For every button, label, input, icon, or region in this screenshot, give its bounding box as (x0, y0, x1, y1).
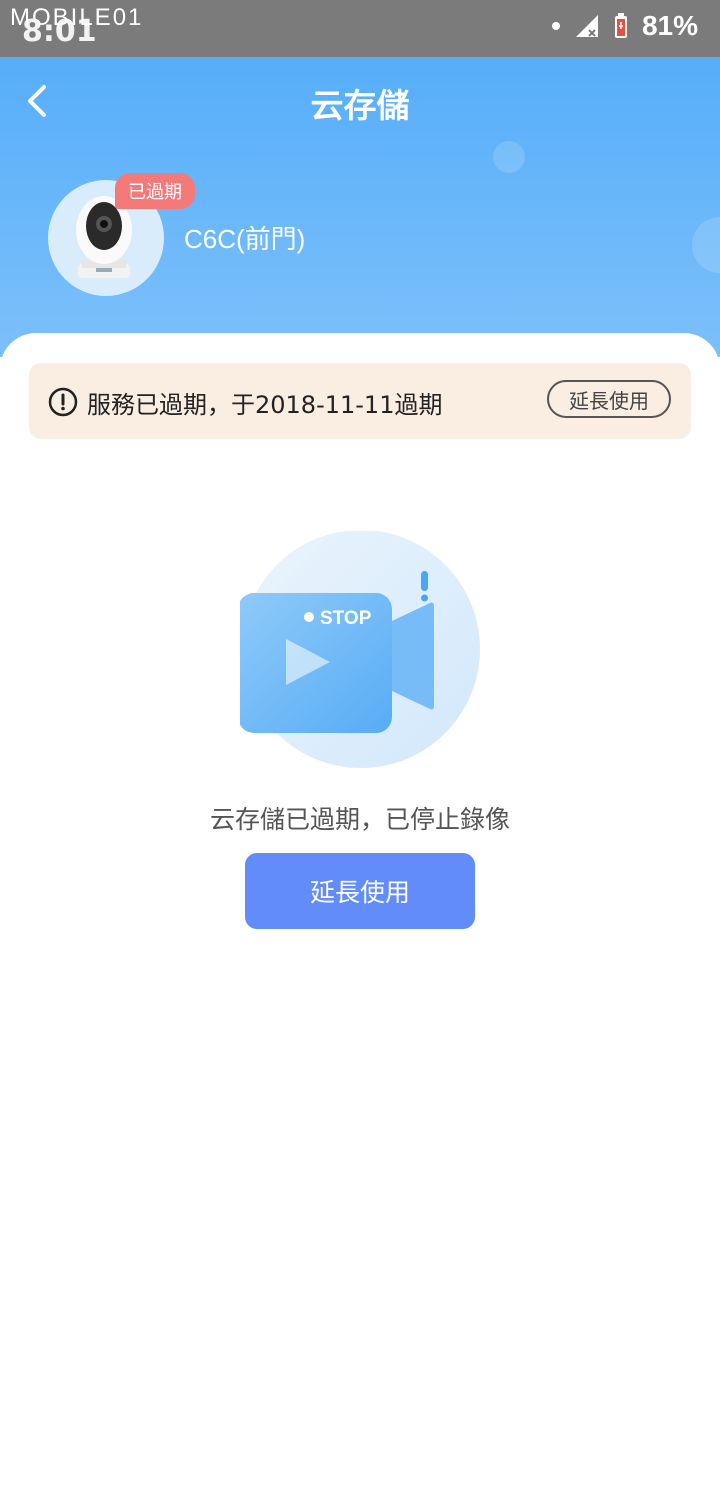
battery-icon (614, 13, 627, 38)
expired-badge: 已過期 (115, 173, 195, 209)
notification-dot-icon (551, 22, 560, 30)
status-icons: 81% (551, 10, 698, 42)
signal-icon (575, 15, 598, 37)
decorative-bubble (692, 217, 720, 273)
extend-use-button[interactable]: 延長使用 (245, 853, 475, 929)
status-bar: 8:01 MOBILE01 81% (0, 0, 720, 57)
recording-stopped-illustration: STOP (238, 530, 484, 779)
header: 云存儲 已過期 C6C(前門) (0, 57, 720, 357)
extend-service-button[interactable]: 延長使用 (547, 380, 671, 418)
watermark-logo: MOBILE01 (10, 4, 144, 31)
battery-percent: 81% (641, 10, 698, 41)
page-title: 云存儲 (310, 86, 410, 125)
stop-label: STOP (320, 608, 372, 629)
expiry-notice-text: 服務已過期，于2018-11-11過期 (87, 391, 443, 419)
expired-message: 云存儲已過期，已停止錄像 (209, 805, 510, 834)
alert-circle-icon (48, 387, 78, 421)
device-name: C6C(前門) (184, 224, 306, 254)
main-card: 服務已過期，于2018-11-11過期 延長使用 STOP 云存儲已過期，已停止… (0, 333, 720, 1497)
decorative-bubble (493, 141, 525, 173)
expiry-notice: 服務已過期，于2018-11-11過期 延長使用 (29, 363, 691, 439)
